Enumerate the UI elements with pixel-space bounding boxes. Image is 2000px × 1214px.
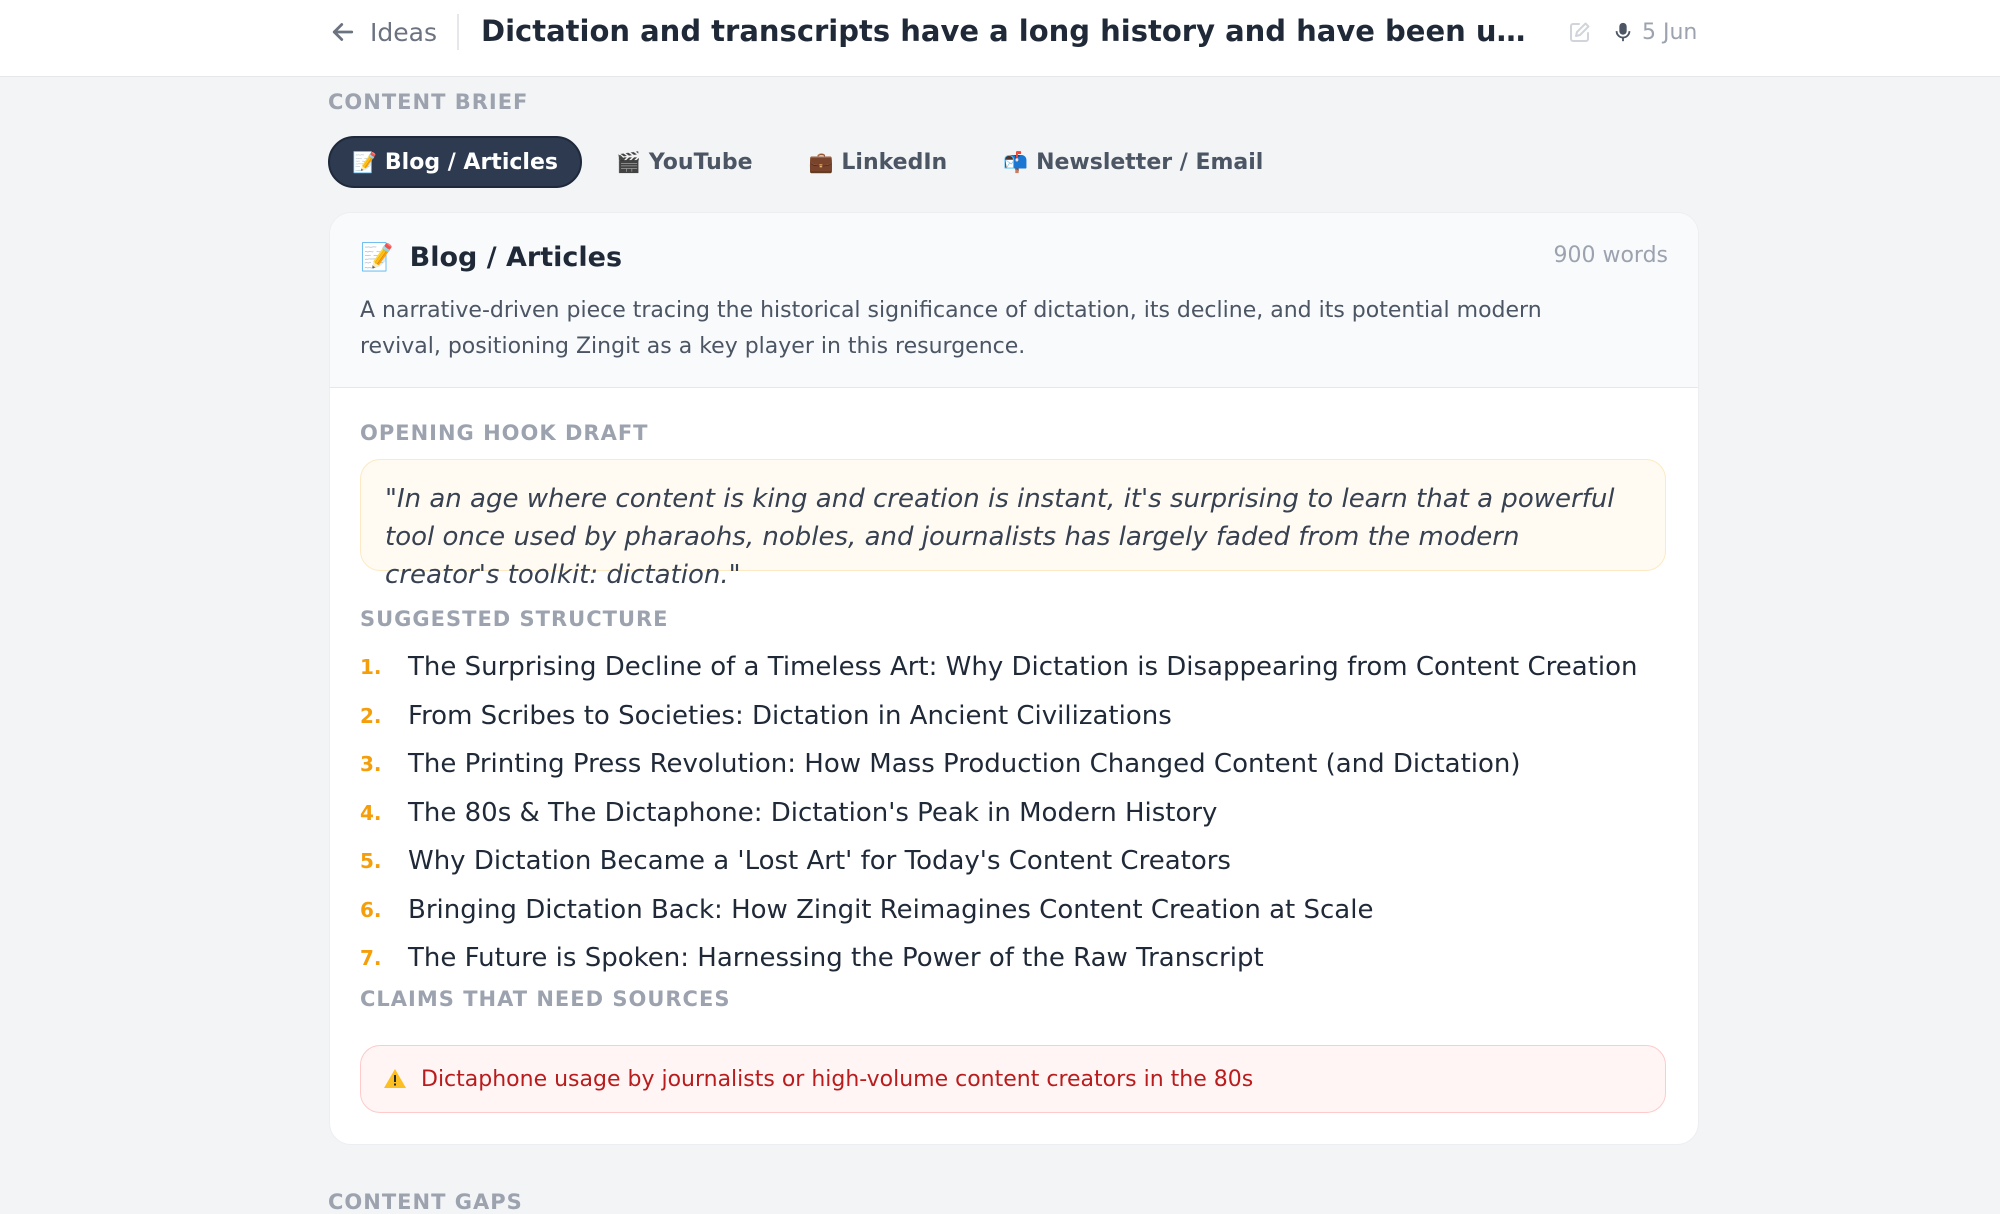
list-item: 5. Why Dictation Became a 'Lost Art' for … (360, 837, 1666, 886)
opening-hook-draft: "In an age where content is king and cre… (360, 459, 1666, 590)
item-text: The 80s & The Dictaphone: Dictation's Pe… (408, 797, 1218, 828)
claims-heading: CLAIMS THAT NEED SOURCES (360, 987, 731, 1011)
item-text: Why Dictation Became a 'Lost Art' for To… (408, 846, 1231, 877)
tab-label: YouTube (648, 149, 753, 175)
back-label: Ideas (370, 17, 437, 47)
tab-label: Blog / Articles (384, 149, 558, 175)
word-count: 900 words (1553, 243, 1668, 268)
item-number: 4. (360, 800, 382, 825)
opening-hook-heading: OPENING HOOK DRAFT (360, 421, 649, 445)
claim-text: Dictaphone usage by journalists or high-… (421, 1066, 1254, 1092)
content-brief-heading: CONTENT BRIEF (328, 90, 529, 114)
date-badge: 5 Jun (1612, 14, 1697, 50)
briefcase-icon: 💼 (808, 150, 834, 174)
list-item: 7. The Future is Spoken: Harnessing the P… (360, 934, 1666, 983)
brief-card: 📝 Blog / Articles 900 words A narrative-… (329, 212, 1699, 1145)
brief-description: A narrative-driven piece tracing the his… (360, 298, 1542, 359)
item-text: The Printing Press Revolution: How Mass … (408, 749, 1521, 780)
item-number: 1. (360, 655, 382, 680)
list-item: 1. The Surprising Decline of a Timeless A… (360, 643, 1666, 692)
back-button[interactable]: Ideas (328, 14, 437, 50)
edit-icon (1570, 22, 1590, 42)
format-tabs: 📝 Blog / Articles 🎬 YouTube 💼 LinkedIn 📬… (328, 136, 1285, 188)
item-text: The Future is Spoken: Harnessing the Pow… (408, 943, 1264, 974)
brief-card-title: 📝 Blog / Articles (360, 241, 623, 274)
mailbox-icon: 📬 (1003, 150, 1029, 174)
arrow-left-icon (332, 23, 354, 41)
tab-label: Newsletter / Email (1036, 149, 1264, 175)
header-divider (457, 14, 459, 50)
tab-blog-articles[interactable]: 📝 Blog / Articles (328, 136, 582, 188)
tab-linkedin[interactable]: 💼 LinkedIn (786, 136, 969, 188)
item-text: The Surprising Decline of a Timeless Art… (408, 652, 1638, 683)
item-number: 2. (360, 703, 382, 728)
memo-icon: 📝 (352, 150, 377, 174)
tab-label: LinkedIn (841, 149, 948, 175)
item-number: 5. (360, 849, 382, 874)
item-number: 6. (360, 897, 382, 922)
suggested-structure-heading: SUGGESTED STRUCTURE (360, 607, 669, 631)
list-item: 6. Bringing Dictation Back: How Zingit Re… (360, 886, 1666, 935)
brief-format-name: Blog / Articles (409, 241, 623, 273)
suggested-structure-list: 1. The Surprising Decline of a Timeless A… (360, 643, 1666, 983)
item-number: 3. (360, 752, 382, 777)
tab-newsletter-email[interactable]: 📬 Newsletter / Email (981, 136, 1285, 188)
item-text: Bringing Dictation Back: How Zingit Reim… (408, 894, 1374, 925)
claim-item: Dictaphone usage by journalists or high-… (360, 1045, 1666, 1113)
brief-card-header: 📝 Blog / Articles 900 words A narrative-… (330, 213, 1698, 388)
microphone-icon (1615, 22, 1631, 42)
memo-icon: 📝 (360, 242, 394, 273)
list-item: 2. From Scribes to Societies: Dictation i… (360, 692, 1666, 741)
clapper-board-icon: 🎬 (615, 150, 641, 174)
content-gaps-heading: CONTENT GAPS (328, 1190, 523, 1214)
edit-title-button[interactable] (1568, 20, 1592, 44)
top-bar: Ideas Dictation and transcripts have a l… (0, 0, 2000, 77)
item-number: 7. (360, 946, 382, 971)
item-text: From Scribes to Societies: Dictation in … (408, 700, 1172, 731)
list-item: 3. The Printing Press Revolution: How Mas… (360, 740, 1666, 789)
list-item: 4. The 80s & The Dictaphone: Dictation's … (360, 789, 1666, 838)
page-title: Dictation and transcripts have a long hi… (481, 14, 1541, 48)
warning-icon (384, 1069, 406, 1088)
date-text: 5 Jun (1642, 19, 1698, 45)
tab-youtube[interactable]: 🎬 YouTube (594, 136, 775, 188)
